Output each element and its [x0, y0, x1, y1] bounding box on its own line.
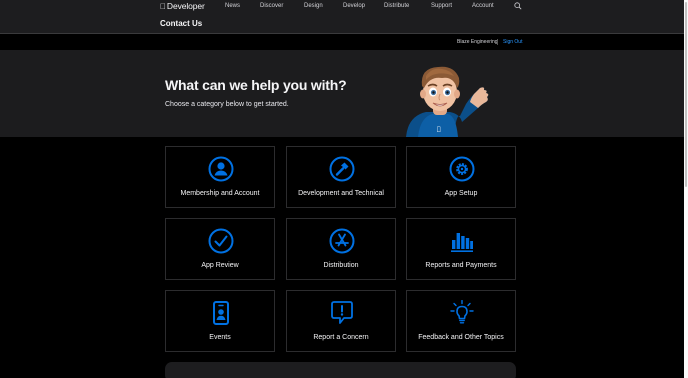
card-label: Feedback and Other Topics — [418, 334, 504, 341]
card-feedback-and-other-topics[interactable]: Feedback and Other Topics — [406, 290, 516, 352]
nav-item-support[interactable]: Support — [431, 3, 452, 9]
nav-item-distribute[interactable]: Distribute — [384, 3, 409, 9]
card-distribution[interactable]: Distribution — [286, 218, 396, 280]
card-report-a-concern[interactable]: Report a Concern — [286, 290, 396, 352]
hero-subtitle: Choose a category below to get started. — [165, 101, 289, 108]
lightbulb-icon — [450, 300, 474, 324]
search-icon[interactable] — [514, 2, 522, 10]
nav-item-design[interactable]: Design — [304, 3, 323, 9]
user-bar: Blaze Engineering Sign Out — [0, 35, 684, 50]
card-events[interactable]: Events — [165, 290, 275, 352]
nav-item-account[interactable]: Account — [472, 3, 494, 9]
card-label: Membership and Account — [180, 190, 260, 197]
card-label: Development and Technical — [298, 190, 384, 197]
hero-title: What can we help you with? — [165, 77, 347, 93]
card-development-and-technical[interactable]: Development and Technical — [286, 146, 396, 208]
card-label: Report a Concern — [313, 334, 369, 341]
developer-logo-text: Developer — [161, 1, 205, 11]
team-name: Blaze Engineering — [457, 39, 498, 45]
hero-banner: What can we help you with? Choose a cate… — [0, 50, 684, 137]
developer-logo-link[interactable]:  Developer — [160, 1, 205, 11]
scrollbar-thumb[interactable] — [685, 2, 687, 187]
sign-out-link[interactable]: Sign Out — [503, 39, 522, 45]
bottom-panel — [165, 362, 516, 378]
person-circle-icon — [208, 156, 234, 182]
card-label: App Setup — [444, 190, 478, 197]
card-label: Distribution — [323, 262, 359, 269]
card-app-setup[interactable]: App Setup — [406, 146, 516, 208]
nav-item-discover[interactable]: Discover — [260, 3, 283, 9]
checkmark-circle-icon — [208, 228, 234, 254]
card-label: App Review — [201, 262, 239, 269]
card-app-review[interactable]: App Review — [165, 218, 275, 280]
divider — [497, 39, 498, 45]
card-label: Reports and Payments — [425, 262, 497, 269]
card-reports-and-payments[interactable]: Reports and Payments — [406, 218, 516, 280]
badge-icon — [213, 301, 229, 325]
page-title[interactable]: Contact Us — [160, 19, 202, 28]
card-label: Events — [209, 334, 231, 341]
nav-item-news[interactable]: News — [225, 3, 240, 9]
apple-logo-icon:  — [160, 2, 166, 11]
app-store-icon — [329, 228, 355, 254]
svg-text::  — [437, 126, 441, 133]
exclamation-bubble-icon — [331, 301, 353, 324]
nav-item-develop[interactable]: Develop — [343, 3, 365, 9]
hammer-circle-icon — [329, 156, 355, 182]
memoji-illustration:  — [406, 66, 489, 137]
card-membership-and-account[interactable]: Membership and Account — [165, 146, 275, 208]
bar-chart-icon — [451, 233, 473, 252]
gear-circle-icon — [449, 156, 475, 182]
global-nav:  Developer News Discover Design Develop… — [0, 0, 684, 12]
local-nav: Contact Us — [0, 12, 684, 34]
